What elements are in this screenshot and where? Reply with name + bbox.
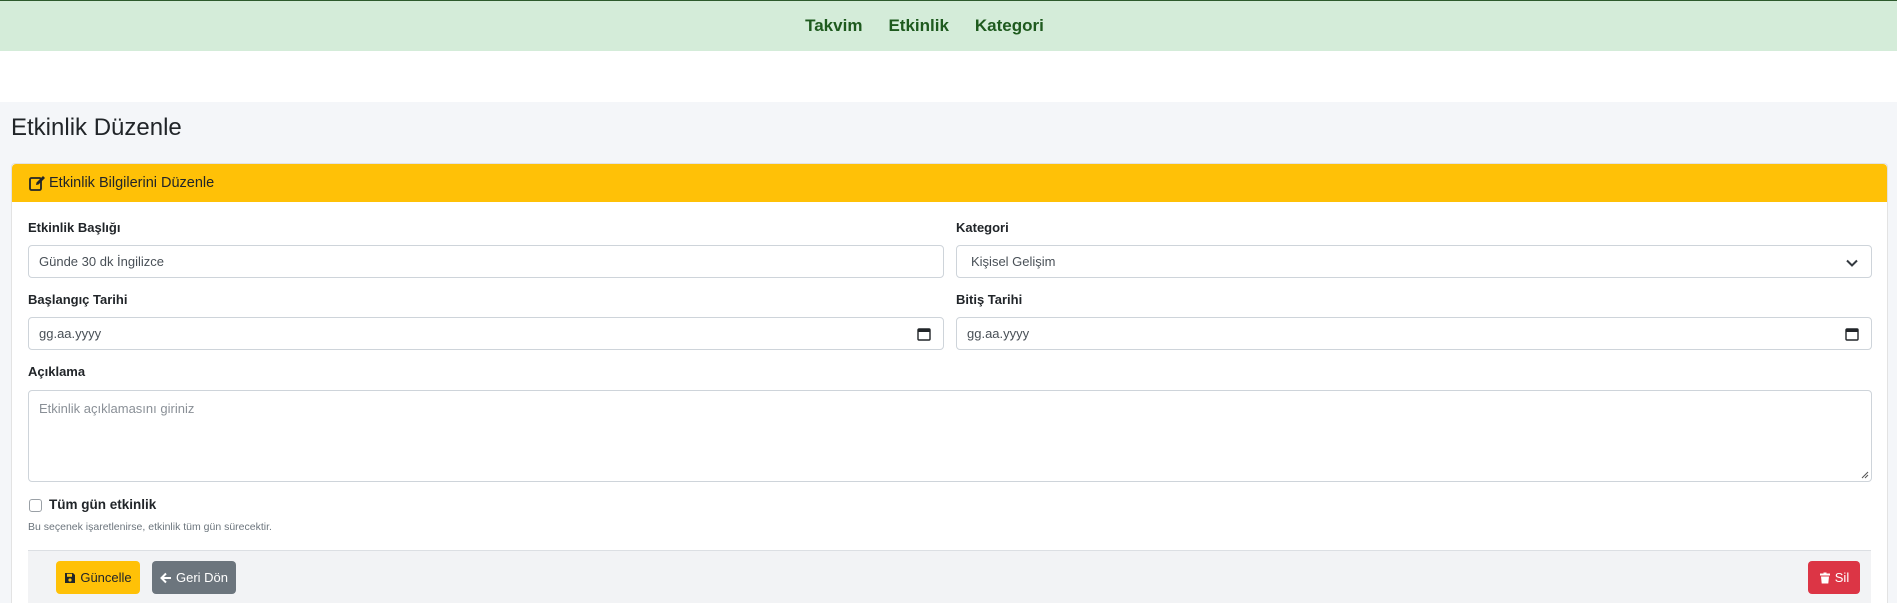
arrow-left-icon [160,572,171,583]
calendar-icon[interactable] [1845,327,1859,341]
card-header: Etkinlik Bilgilerini Düzenle [12,164,1887,202]
category-label: Kategori [956,220,1009,235]
description-placeholder: Etkinlik açıklamasını giriniz [39,401,195,416]
category-select-value: Kişisel Gelişim [971,254,1056,269]
edit-event-card: Etkinlik Bilgilerini Düzenle Etkinlik Ba… [11,163,1888,603]
update-button[interactable]: Güncelle [56,561,140,594]
start-date-input[interactable]: gg.aa.yyyy [28,317,944,350]
start-date-placeholder: gg.aa.yyyy [39,326,102,341]
all-day-help: Bu seçenek işaretlenirse, etkinlik tüm g… [28,521,272,533]
description-textarea[interactable]: Etkinlik açıklamasını giriniz [28,390,1872,482]
trash-icon [1819,572,1830,583]
title-label: Etkinlik Başlığı [28,220,121,235]
chevron-down-icon [1846,259,1858,267]
end-date-placeholder: gg.aa.yyyy [967,326,1030,341]
delete-button[interactable]: Sil [1808,561,1860,594]
calendar-icon[interactable] [917,327,931,341]
start-date-label: Başlangıç Tarihi [28,292,128,307]
end-date-input[interactable]: gg.aa.yyyy [956,317,1872,350]
save-icon [65,572,76,583]
all-day-label[interactable]: Tüm gün etkinlik [49,497,156,512]
edit-icon [29,176,45,191]
top-navbar: Takvim Etkinlik Kategori [0,0,1897,51]
resize-handle-icon[interactable] [1861,471,1869,479]
nav-link-kategori[interactable]: Kategori [975,16,1044,36]
title-input-value: Günde 30 dk İngilizce [39,254,165,269]
update-button-label: Güncelle [80,570,132,585]
nav-link-takvim[interactable]: Takvim [805,16,862,36]
nav-links: Takvim Etkinlik Kategori [805,16,1044,36]
card-header-title: Etkinlik Bilgilerini Düzenle [49,175,215,191]
all-day-checkbox[interactable] [29,499,42,512]
page-title: Etkinlik Düzenle [11,114,182,141]
description-label: Açıklama [28,364,86,379]
back-button[interactable]: Geri Dön [152,561,236,594]
back-button-label: Geri Dön [175,570,229,585]
spacer-band [0,51,1897,102]
category-select[interactable]: Kişisel Gelişim [956,245,1872,278]
card-footer: Güncelle Geri Dön Sil [28,550,1871,603]
delete-button-label: Sil [1834,570,1850,585]
title-input[interactable]: Günde 30 dk İngilizce [28,245,944,278]
end-date-label: Bitiş Tarihi [956,292,1023,307]
nav-link-etkinlik[interactable]: Etkinlik [888,16,948,36]
